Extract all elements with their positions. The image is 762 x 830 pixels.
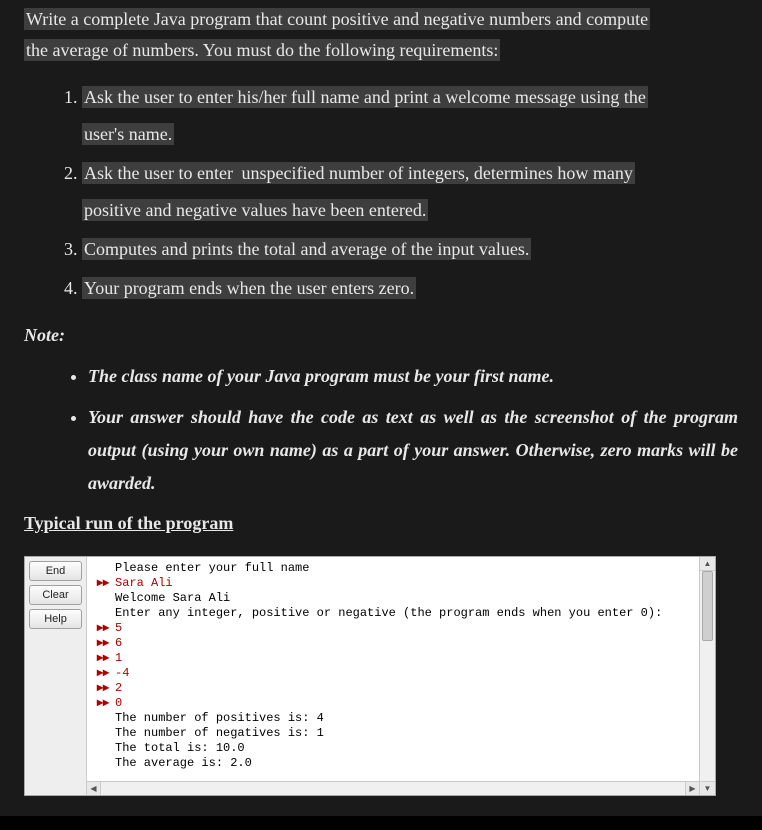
requirement-item: Computes and prints the total and averag… xyxy=(82,231,738,268)
console-line: ▸▸0 xyxy=(97,696,709,711)
prompt-arrow-icon: ▸▸ xyxy=(97,576,115,591)
end-button[interactable]: End xyxy=(29,561,82,581)
console-line: The number of positives is: 4 xyxy=(97,711,709,726)
console-line: The number of negatives is: 1 xyxy=(97,726,709,741)
console-line: Enter any integer, positive or negative … xyxy=(97,606,709,621)
console-panel: End Clear Help Please enter your full na… xyxy=(24,556,716,796)
console-line: ▸▸6 xyxy=(97,636,709,651)
console-line: Welcome Sara Ali xyxy=(97,591,709,606)
scroll-thumb[interactable] xyxy=(702,571,713,641)
requirement-item: Ask the user to enter unspecified number… xyxy=(82,155,738,229)
scroll-left-icon[interactable]: ◀ xyxy=(87,782,101,795)
prompt-arrow-icon: ▸▸ xyxy=(97,666,115,681)
console-text: Enter any integer, positive or negative … xyxy=(115,606,662,620)
page-footer-bar xyxy=(0,816,762,830)
console-text: 0 xyxy=(115,696,122,710)
vertical-scrollbar[interactable]: ▲ ▼ xyxy=(699,557,715,795)
console-line: ▸▸Sara Ali xyxy=(97,576,709,591)
console-line: The average is: 2.0 xyxy=(97,756,709,771)
requirements-list: Ask the user to enter his/her full name … xyxy=(24,79,738,306)
note-heading: Note: xyxy=(24,325,738,346)
horizontal-scrollbar[interactable]: ◀ ▶ xyxy=(87,781,699,795)
prompt-arrow-icon: ▸▸ xyxy=(97,681,115,696)
intro-line2: the average of numbers. You must do the … xyxy=(24,39,500,61)
prompt-arrow-icon: ▸▸ xyxy=(97,651,115,666)
notes-list: The class name of your Java program must… xyxy=(24,360,738,501)
scroll-down-icon[interactable]: ▼ xyxy=(700,781,715,795)
prompt-arrow-icon: ▸▸ xyxy=(97,636,115,651)
console-text: Sara Ali xyxy=(115,576,173,590)
help-button[interactable]: Help xyxy=(29,609,82,629)
scroll-up-icon[interactable]: ▲ xyxy=(700,557,715,571)
console-line: ▸▸5 xyxy=(97,621,709,636)
console-text: Welcome Sara Ali xyxy=(115,591,230,605)
console-line: Please enter your full name xyxy=(97,561,709,576)
intro-line1: Write a complete Java program that count… xyxy=(24,8,650,30)
console-line: ▸▸1 xyxy=(97,651,709,666)
console-text: 1 xyxy=(115,651,122,665)
console-text: Please enter your full name xyxy=(115,561,309,575)
console-output[interactable]: Please enter your full name▸▸Sara Ali We… xyxy=(87,557,715,795)
console-text: The number of negatives is: 1 xyxy=(115,726,324,740)
console-text: 2 xyxy=(115,681,122,695)
console-text: The total is: 10.0 xyxy=(115,741,245,755)
console-text: -4 xyxy=(115,666,129,680)
console-text: The average is: 2.0 xyxy=(115,756,252,770)
console-text: 6 xyxy=(115,636,122,650)
requirement-item: Your program ends when the user enters z… xyxy=(82,270,738,307)
intro-paragraph: Write a complete Java program that count… xyxy=(24,0,738,65)
console-text: The number of positives is: 4 xyxy=(115,711,324,725)
section-title: Typical run of the program xyxy=(24,513,738,534)
console-line: The total is: 10.0 xyxy=(97,741,709,756)
console-output-area: Please enter your full name▸▸Sara Ali We… xyxy=(87,557,715,795)
clear-button[interactable]: Clear xyxy=(29,585,82,605)
note-item: The class name of your Java program must… xyxy=(88,360,738,393)
note-item: Your answer should have the code as text… xyxy=(88,401,738,501)
prompt-arrow-icon: ▸▸ xyxy=(97,696,115,711)
requirement-item: Ask the user to enter his/her full name … xyxy=(82,79,738,153)
scroll-right-icon[interactable]: ▶ xyxy=(685,782,699,795)
console-line: ▸▸-4 xyxy=(97,666,709,681)
console-button-column: End Clear Help xyxy=(25,557,87,795)
console-line: ▸▸2 xyxy=(97,681,709,696)
prompt-arrow-icon: ▸▸ xyxy=(97,621,115,636)
console-text: 5 xyxy=(115,621,122,635)
